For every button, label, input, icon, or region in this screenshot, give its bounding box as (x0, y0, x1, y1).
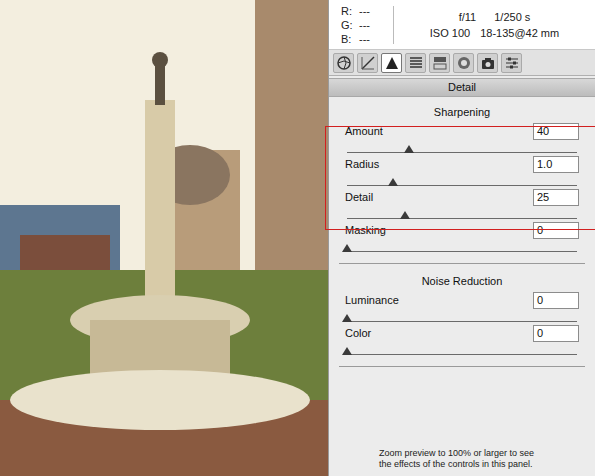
readout-value: --- (359, 32, 370, 46)
panel-title: Detail (448, 79, 476, 96)
section-divider (339, 263, 585, 264)
section-divider (339, 366, 585, 367)
info-area: R: --- G: --- B: --- f/11 1/250 s ISO 100 18-135… (329, 0, 595, 50)
slider-value-field[interactable]: 25 (533, 189, 579, 206)
slider-label: Radius (345, 156, 379, 173)
iso: ISO 100 (430, 25, 470, 41)
tone-curve-icon (360, 55, 376, 71)
slider-value-field[interactable]: 1.0 (533, 156, 579, 173)
slider-label: Amount (345, 123, 383, 140)
tab[interactable] (405, 53, 426, 73)
slider-track[interactable] (347, 143, 577, 153)
camera-info: f/11 1/250 s ISO 100 18-135@42 mm (394, 9, 595, 41)
tab-bar (329, 50, 595, 76)
tab[interactable] (381, 53, 402, 73)
slider-thumb[interactable] (388, 178, 398, 186)
slider-track[interactable] (347, 176, 577, 186)
split-toning-icon (432, 55, 448, 71)
lens-row: ISO 100 18-135@42 mm (430, 25, 559, 41)
exposure-row: f/11 1/250 s (459, 9, 531, 25)
readout-label: G: (341, 18, 355, 32)
slider-head: Color 0 (345, 323, 579, 343)
tab[interactable] (357, 53, 378, 73)
lens-icon (456, 55, 472, 71)
slider-track[interactable] (347, 345, 577, 355)
readout-label: R: (341, 4, 355, 18)
tab[interactable] (477, 53, 498, 73)
slider-row: Luminance 0 (345, 290, 579, 323)
presets-icon (504, 55, 520, 71)
tab[interactable] (453, 53, 474, 73)
slider-row: Amount 40 (345, 121, 579, 154)
slider-label: Detail (345, 189, 373, 206)
slider-track[interactable] (347, 242, 577, 252)
slider-head: Detail 25 (345, 187, 579, 207)
slider-thumb[interactable] (342, 347, 352, 355)
slider-track[interactable] (347, 209, 577, 219)
slider-head: Luminance 0 (345, 290, 579, 310)
aperture: f/11 (459, 9, 477, 25)
panel-header: Detail (329, 78, 595, 97)
slider-row: Masking 0 (345, 220, 579, 253)
readout-value: --- (359, 4, 370, 18)
side-panel: R: --- G: --- B: --- f/11 1/250 s ISO 100 18-135… (328, 0, 595, 476)
rgb-readout: R: --- G: --- B: --- (329, 4, 393, 46)
hint-text: Zoom preview to 100% or larger to see th… (329, 448, 595, 476)
slider-track[interactable] (347, 312, 577, 322)
slider-head: Radius 1.0 (345, 154, 579, 174)
tab[interactable] (429, 53, 450, 73)
slider-thumb[interactable] (342, 244, 352, 252)
slider-thumb[interactable] (342, 314, 352, 322)
info-divider (393, 6, 394, 44)
tab[interactable] (501, 53, 522, 73)
hsl-icon (408, 55, 424, 71)
slider-value-field[interactable]: 0 (533, 325, 579, 342)
slider-value-field[interactable]: 0 (533, 222, 579, 239)
slider-value-field[interactable]: 40 (533, 123, 579, 140)
slider-head: Amount 40 (345, 121, 579, 141)
slider-value-field[interactable]: 0 (533, 292, 579, 309)
readout-row: B: --- (341, 32, 393, 46)
slider-row: Radius 1.0 (345, 154, 579, 187)
slider-thumb[interactable] (400, 211, 410, 219)
slider-label: Luminance (345, 292, 399, 309)
camera-calibration-icon (480, 55, 496, 71)
lens: 18-135@42 mm (480, 25, 559, 41)
highlight-box (325, 126, 595, 230)
section-title: Noise Reduction (345, 272, 579, 290)
section-title: Sharpening (345, 103, 579, 121)
readout-label: B: (341, 32, 355, 46)
slider-label: Color (345, 325, 371, 342)
photo (0, 0, 328, 476)
slider-row: Detail 25 (345, 187, 579, 220)
slider-row: Color 0 (345, 323, 579, 356)
slider-head: Masking 0 (345, 220, 579, 240)
slider-label: Masking (345, 222, 386, 239)
readout-value: --- (359, 18, 370, 32)
basic-icon (336, 55, 352, 71)
tab[interactable] (333, 53, 354, 73)
readout-row: R: --- (341, 4, 393, 18)
readout-row: G: --- (341, 18, 393, 32)
section: Sharpening Amount 40 Radius 1.0 Detail 25 Maski… (329, 97, 595, 261)
detail-icon (384, 55, 400, 71)
slider-thumb[interactable] (404, 145, 414, 153)
shutter: 1/250 s (494, 9, 530, 25)
section: Noise Reduction Luminance 0 Color 0 (329, 266, 595, 364)
